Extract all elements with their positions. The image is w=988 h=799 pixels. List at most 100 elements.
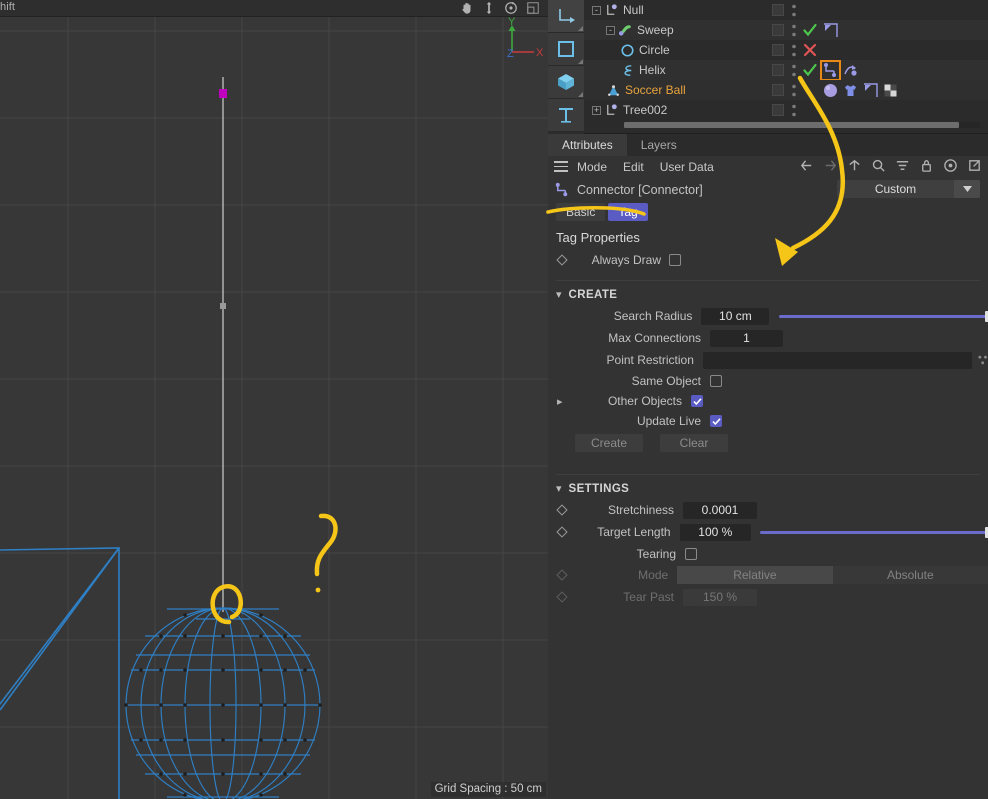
- expander-toggle[interactable]: -: [606, 25, 615, 35]
- material-tag[interactable]: [822, 82, 839, 99]
- same-object-label: Same Object: [631, 374, 701, 388]
- forward-arrow-icon[interactable]: [823, 158, 838, 173]
- back-arrow-icon[interactable]: [799, 158, 814, 173]
- menu-edit[interactable]: Edit: [623, 160, 644, 174]
- object-row-helix[interactable]: Helix: [584, 59, 988, 81]
- move-zoom-icon[interactable]: [482, 1, 496, 15]
- axis-label-y: Y: [508, 16, 516, 28]
- rectangle-tool-button[interactable]: [548, 33, 584, 66]
- create-button[interactable]: Create: [575, 434, 643, 452]
- edit-toggle[interactable]: [772, 4, 784, 16]
- attributes-manager: Attributes Layers Mode Edit User Data Co…: [548, 134, 988, 799]
- stretchiness-field[interactable]: 0.0001: [683, 501, 757, 519]
- expander-toggle[interactable]: -: [592, 5, 601, 15]
- lock-icon[interactable]: [919, 158, 934, 173]
- visibility-dots[interactable]: [792, 44, 796, 57]
- cube-tool-button[interactable]: [548, 66, 584, 99]
- menu-mode[interactable]: Mode: [577, 160, 607, 174]
- mode-segmented-control[interactable]: Relative Absolute: [677, 566, 988, 584]
- open-external-icon[interactable]: [967, 158, 982, 173]
- always-draw-row: Always Draw: [548, 250, 988, 270]
- viewport[interactable]: hift Y X Z Grid Spacing: 50 cm: [0, 0, 548, 799]
- mode-absolute-button[interactable]: Absolute: [832, 566, 988, 584]
- expander-toggle[interactable]: +: [592, 105, 601, 115]
- point-restriction-field[interactable]: [702, 351, 972, 369]
- maximize-panel-icon[interactable]: [526, 1, 540, 15]
- visibility-dots[interactable]: [792, 84, 796, 97]
- point-restriction-row: Point Restriction: [548, 349, 988, 371]
- connector-tag[interactable]: [820, 59, 841, 81]
- create-section-header[interactable]: ▾ CREATE: [548, 283, 988, 305]
- spline-axis-tool-button[interactable]: [548, 0, 584, 33]
- subtab-tag[interactable]: Tag: [608, 203, 648, 221]
- tearing-checkbox[interactable]: [685, 547, 697, 560]
- filter-icon[interactable]: [895, 158, 910, 173]
- tearing-label: Tearing: [636, 546, 676, 561]
- create-section-title: CREATE: [568, 288, 618, 301]
- chevron-down-icon[interactable]: [954, 180, 980, 198]
- visibility-dots[interactable]: [792, 24, 796, 37]
- viewport-3d-scene[interactable]: [0, 17, 548, 799]
- record-target-icon[interactable]: [943, 158, 958, 173]
- generator-enabled-check-icon[interactable]: [802, 62, 818, 78]
- menu-hamburger-icon[interactable]: [554, 161, 568, 172]
- text-tool-button[interactable]: [548, 99, 584, 132]
- phong-tag[interactable]: [822, 22, 839, 39]
- object-row-sweep[interactable]: - Sweep: [584, 20, 988, 40]
- update-live-row: Update Live: [548, 411, 988, 431]
- settings-section-header[interactable]: ▾ SETTINGS: [548, 477, 988, 499]
- animate-keyframe-icon[interactable]: [556, 504, 568, 516]
- object-row-soccer-ball[interactable]: Soccer Ball: [584, 80, 988, 100]
- tear-past-field[interactable]: 150 %: [683, 588, 757, 606]
- up-arrow-icon[interactable]: [847, 158, 862, 173]
- preset-dropdown[interactable]: Custom: [837, 180, 980, 198]
- hand-pan-icon[interactable]: [460, 1, 474, 15]
- cloth-tag[interactable]: [842, 82, 859, 99]
- mode-relative-button[interactable]: Relative: [677, 566, 833, 584]
- max-connections-row: Max Connections 1: [548, 327, 988, 349]
- generator-enabled-check-icon[interactable]: [802, 22, 818, 38]
- search-icon[interactable]: [871, 158, 886, 173]
- edit-toggle[interactable]: [772, 64, 784, 76]
- subtab-basic[interactable]: Basic: [556, 203, 606, 221]
- edit-toggle[interactable]: [772, 44, 784, 56]
- tab-attributes[interactable]: Attributes: [548, 134, 627, 156]
- edit-toggle[interactable]: [772, 104, 784, 116]
- visibility-dots[interactable]: [792, 4, 796, 17]
- other-objects-checkbox[interactable]: [691, 395, 703, 407]
- object-row-tree002[interactable]: + Tree002: [584, 100, 988, 120]
- edit-toggle[interactable]: [772, 84, 784, 96]
- texture-tag[interactable]: [882, 82, 899, 99]
- search-radius-slider[interactable]: [779, 310, 988, 322]
- search-radius-field[interactable]: 10 cm: [701, 307, 770, 325]
- stretchiness-row: Stretchiness 0.0001: [548, 499, 988, 521]
- rotate-icon[interactable]: [504, 1, 518, 15]
- object-manager-scrollbar[interactable]: [624, 122, 980, 128]
- visibility-dots[interactable]: [792, 104, 796, 117]
- animate-keyframe-icon[interactable]: [556, 526, 568, 538]
- scrollbar-thumb[interactable]: [624, 122, 959, 128]
- object-row-null[interactable]: - Null: [584, 0, 988, 20]
- visibility-dots[interactable]: [792, 64, 796, 77]
- target-length-field[interactable]: 100 %: [679, 523, 752, 541]
- max-connections-field[interactable]: 1: [710, 329, 783, 347]
- same-object-checkbox[interactable]: [710, 375, 722, 387]
- object-label: Circle: [639, 43, 670, 57]
- edit-toggle[interactable]: [772, 24, 784, 36]
- preset-dropdown-label: Custom: [874, 182, 917, 196]
- object-manager[interactable]: - Null - Sweep Circle Helix Soccer Ball …: [584, 0, 988, 134]
- clear-button[interactable]: Clear: [660, 434, 728, 452]
- link-picker-icon[interactable]: [977, 354, 988, 366]
- target-length-slider[interactable]: [760, 526, 988, 538]
- update-live-checkbox[interactable]: [710, 415, 722, 427]
- dynamics-tag[interactable]: [842, 62, 859, 79]
- generator-disabled-cross-icon[interactable]: [802, 42, 818, 58]
- tab-layers[interactable]: Layers: [627, 134, 691, 156]
- attributes-object-header: Connector [Connector] Custom: [548, 177, 988, 202]
- menu-user-data[interactable]: User Data: [660, 160, 714, 174]
- phong-tag[interactable]: [862, 82, 879, 99]
- object-row-circle[interactable]: Circle: [584, 40, 988, 60]
- object-label: Helix: [639, 63, 666, 77]
- sweep-icon: [618, 24, 631, 36]
- always-draw-checkbox[interactable]: [669, 254, 681, 266]
